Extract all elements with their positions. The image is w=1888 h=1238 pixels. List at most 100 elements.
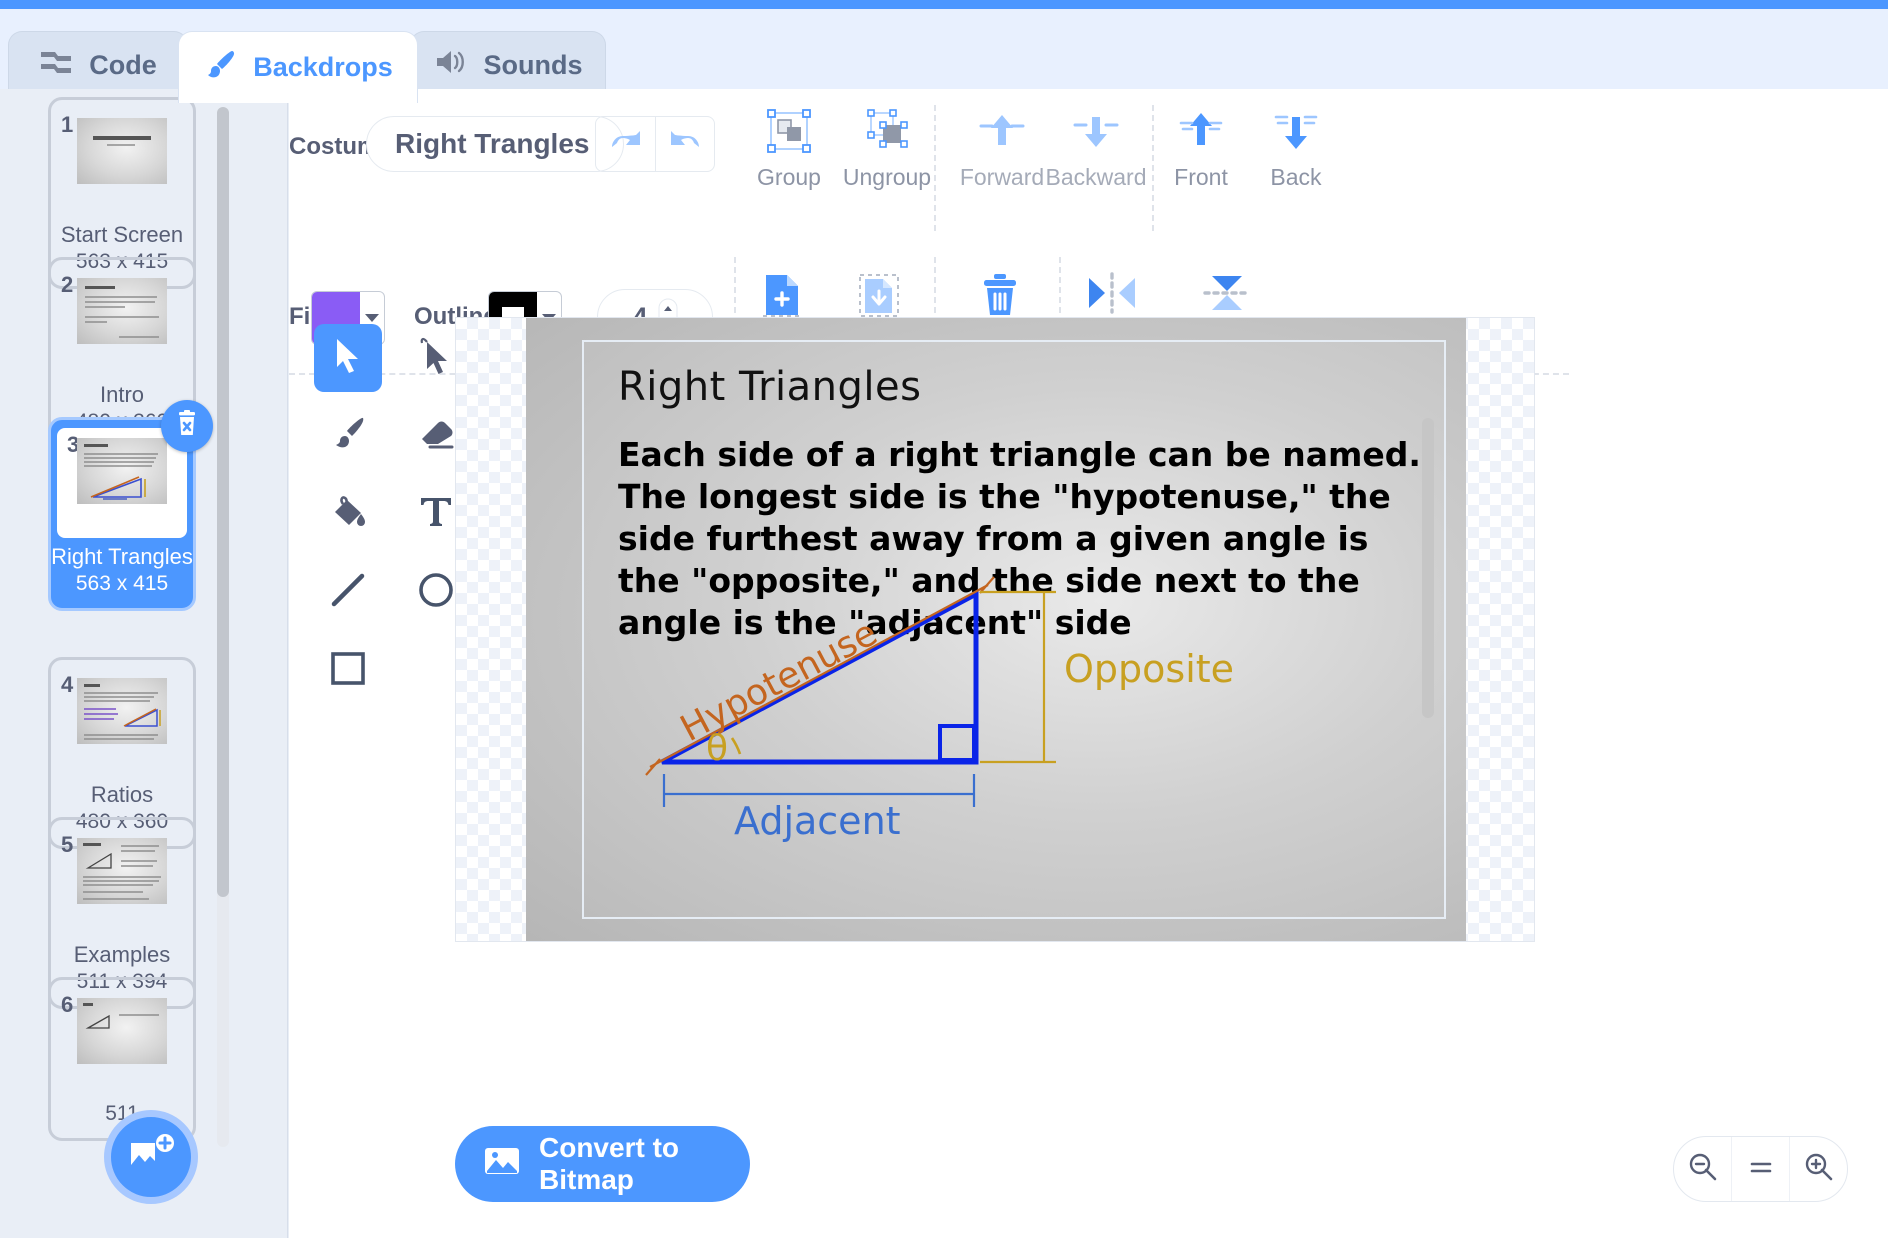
- right-triangle-diagram: Hypotenuse Opposite Adjacent θ: [645, 576, 1234, 843]
- paint-editor-panel: Costume Right Trangles Group Ungroup For…: [289, 89, 1888, 1238]
- back-button[interactable]: Back: [1251, 107, 1341, 191]
- backdrop-thumbnail: [77, 118, 167, 184]
- item-number: 4: [61, 672, 74, 697]
- sidebar-scrollbar-thumb[interactable]: [217, 107, 229, 897]
- item-number: 6: [61, 992, 74, 1017]
- backdrop-thumbnail: [77, 838, 167, 904]
- item-number: 5: [61, 832, 74, 857]
- select-tool[interactable]: [314, 324, 382, 392]
- thumbnail-container: 1: [51, 108, 193, 216]
- zoom-out-icon: [1687, 1151, 1719, 1188]
- trash-x-icon: [172, 409, 202, 444]
- line-tool[interactable]: [314, 558, 382, 626]
- item-number: 2: [61, 272, 74, 297]
- item-name: Start Screen: [60, 222, 184, 247]
- front-label: Front: [1174, 164, 1228, 190]
- tab-backdrops[interactable]: Backdrops: [178, 31, 418, 103]
- thumbnail-container: 5: [51, 828, 193, 936]
- zoom-in-button[interactable]: [1789, 1137, 1847, 1201]
- item-name: Right Trangles: [51, 544, 193, 569]
- zoom-controls: [1673, 1136, 1848, 1202]
- undo-redo-group: [595, 116, 715, 172]
- costume-name-value: Right Trangles: [395, 128, 590, 159]
- group-label: Group: [757, 164, 821, 190]
- back-label: Back: [1270, 164, 1322, 190]
- eraser-icon: [416, 415, 456, 458]
- front-button[interactable]: Front: [1156, 107, 1246, 191]
- ungroup-button[interactable]: Ungroup: [842, 107, 932, 191]
- brush-tool[interactable]: [314, 402, 382, 470]
- slide-title: Right Triangles: [618, 364, 922, 410]
- costume-name-input[interactable]: Right Trangles: [366, 116, 624, 172]
- thumbnail-container: 6: [51, 988, 193, 1096]
- thumbnail-container: 4: [51, 668, 193, 776]
- backdrop-thumbnail: [77, 278, 167, 344]
- paint-bucket-icon: [327, 492, 369, 537]
- flip-horizontal-icon: [1084, 271, 1140, 320]
- line-icon: [328, 570, 368, 615]
- forward-icon: [978, 107, 1026, 160]
- undo-button[interactable]: [596, 117, 655, 171]
- divider: [1152, 105, 1154, 231]
- item-name: Examples: [73, 942, 171, 967]
- theta-label: θ: [706, 728, 728, 769]
- costume-artwork: Right Triangles Each side of a right tri…: [526, 318, 1466, 941]
- paintbrush-icon: [328, 415, 368, 458]
- text-t-icon: [417, 493, 455, 536]
- paintbrush-icon: [203, 49, 237, 86]
- square-icon: [328, 648, 368, 693]
- add-image-icon: [127, 1133, 175, 1182]
- editor-tab-bar: Code Backdrops Sounds: [0, 9, 1888, 103]
- thumbnail-container: 3: [57, 428, 187, 538]
- group-button[interactable]: Group: [744, 107, 834, 191]
- image-icon: [483, 1145, 521, 1184]
- backdrop-thumbnail: [77, 438, 167, 504]
- zoom-in-icon: [1803, 1151, 1835, 1188]
- flip-vertical-icon: [1199, 271, 1255, 320]
- redo-button[interactable]: [655, 117, 714, 171]
- delete-badge-button[interactable]: [161, 400, 213, 452]
- backdrop-thumbnail: [77, 678, 167, 744]
- add-backdrop-button[interactable]: [104, 1110, 198, 1204]
- ungroup-icon: [863, 107, 911, 160]
- speaker-icon: [434, 48, 468, 83]
- redo-arrow-icon: [668, 129, 702, 160]
- item-size: 563 x 415: [75, 572, 169, 595]
- item-number: 1: [61, 112, 74, 137]
- top-accent-bar: [0, 0, 1888, 9]
- zoom-reset-button[interactable]: [1731, 1137, 1789, 1201]
- back-icon: [1272, 107, 1320, 160]
- backdrop-thumbnail: [77, 998, 167, 1064]
- fill-tool[interactable]: [314, 480, 382, 548]
- item-name: Ratios: [90, 782, 154, 807]
- ungroup-label: Ungroup: [842, 164, 932, 190]
- costume-slide: Right Triangles Each side of a right tri…: [582, 340, 1446, 919]
- circle-icon: [416, 570, 456, 615]
- tab-sounds-label: Sounds: [483, 50, 583, 80]
- front-icon: [1177, 107, 1225, 160]
- code-icon: [39, 48, 73, 83]
- scratch-paint-editor: Code Backdrops Sounds 1 Start Screen 563…: [0, 0, 1888, 1238]
- undo-arrow-icon: [609, 129, 643, 160]
- zoom-reset-icon: [1746, 1155, 1776, 1184]
- paint-canvas[interactable]: Right Triangles Each side of a right tri…: [455, 317, 1535, 942]
- tab-code-label: Code: [89, 50, 157, 80]
- backward-label: Backward: [1045, 164, 1147, 190]
- list-item-selected[interactable]: 3 Right Trangles 563 x 415: [48, 400, 213, 611]
- backdrop-list-sidebar: 1 Start Screen 563 x 415 2 Intro 3 Right…: [0, 89, 288, 1238]
- convert-to-bitmap-button[interactable]: Convert to Bitmap: [455, 1126, 750, 1202]
- divider: [934, 105, 936, 231]
- arrow-cursor-icon: [330, 336, 366, 381]
- reshape-cursor-icon: [417, 334, 455, 383]
- rectangle-tool[interactable]: [314, 636, 382, 704]
- convert-to-bitmap-label: Convert to Bitmap: [539, 1132, 679, 1195]
- backward-button[interactable]: Backward: [1046, 107, 1147, 191]
- opposite-label: Opposite: [1064, 647, 1234, 691]
- zoom-out-button[interactable]: [1674, 1137, 1731, 1201]
- forward-button[interactable]: Forward: [957, 107, 1047, 191]
- canvas-scrollbar[interactable]: [1422, 418, 1434, 718]
- thumbnail-container: 2: [51, 268, 193, 376]
- tab-backdrops-label: Backdrops: [253, 52, 393, 82]
- adjacent-label: Adjacent: [734, 799, 901, 843]
- forward-label: Forward: [959, 164, 1045, 190]
